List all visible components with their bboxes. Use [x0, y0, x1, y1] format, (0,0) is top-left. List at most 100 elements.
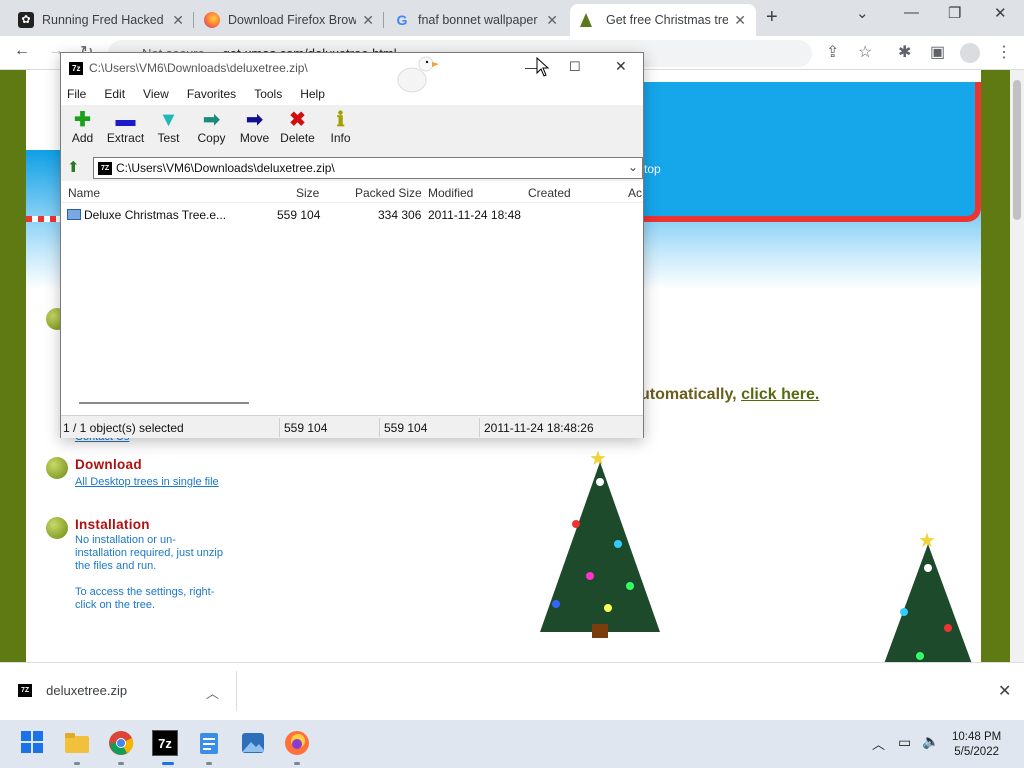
- ornament-icon: [46, 457, 68, 479]
- col-size[interactable]: Size: [296, 186, 319, 200]
- close-window-icon[interactable]: ✕: [994, 4, 1007, 22]
- delete-button[interactable]: ✖ Delete: [276, 105, 319, 155]
- folder-up-icon[interactable]: ⬆: [67, 158, 80, 176]
- 7zip-path-field[interactable]: 7Z C:\Users\VM6\Downloads\deluxetree.zip…: [93, 157, 643, 179]
- close-icon[interactable]: ✕: [998, 681, 1011, 701]
- menu-tools[interactable]: Tools: [254, 87, 282, 101]
- tab-search-icon[interactable]: ⌄: [856, 4, 869, 22]
- minimize-icon[interactable]: —: [904, 4, 919, 21]
- tab-fnaf[interactable]: G fnaf bonnet wallpaper ✕: [384, 4, 568, 36]
- move-icon: ➡: [246, 109, 263, 131]
- firefox-taskbar-icon[interactable]: [284, 730, 310, 756]
- col-accessed[interactable]: Ac: [628, 186, 642, 200]
- chrome-icon[interactable]: [108, 730, 134, 756]
- 7zip-file-icon: 7Z: [18, 684, 33, 697]
- archive-icon: 7Z: [98, 162, 113, 175]
- move-button[interactable]: ➡ Move: [233, 105, 276, 155]
- file-explorer-icon[interactable]: [64, 730, 90, 756]
- 7zip-address-row: ⬆ 7Z C:\Users\VM6\Downloads\deluxetree.z…: [61, 155, 643, 181]
- click-here-link[interactable]: click here.: [741, 386, 819, 403]
- add-icon: ✚: [74, 109, 91, 131]
- maximize-icon[interactable]: ☐: [569, 59, 581, 75]
- ornament-icon: [46, 517, 68, 539]
- close-tab-icon[interactable]: ✕: [734, 12, 746, 29]
- taskbar-clock[interactable]: 10:48 PM 5/5/2022: [952, 730, 1001, 760]
- tab-running-fred[interactable]: ✿ Running Fred Hacked ( ✕: [8, 4, 194, 36]
- profile-avatar-icon[interactable]: [960, 43, 980, 63]
- chevron-down-icon[interactable]: ⌄: [628, 160, 638, 174]
- taskbar: 7z ︿ ▭ 🔈 10:48 PM 5/5/2022: [0, 720, 1024, 768]
- menu-kebab-icon[interactable]: ⋮: [996, 42, 1012, 62]
- download-item[interactable]: 7Z deluxetree.zip: [18, 683, 127, 698]
- goose-icon: [392, 50, 440, 98]
- all-trees-link[interactable]: All Desktop trees in single file: [75, 476, 219, 488]
- extract-icon: ▬: [115, 109, 136, 131]
- 7zip-title: C:\Users\VM6\Downloads\deluxetree.zip\: [89, 61, 308, 75]
- fred-icon: ✿: [18, 12, 34, 28]
- installation-text: No installation or un-installation requi…: [75, 534, 223, 572]
- menu-help[interactable]: Help: [300, 87, 325, 101]
- settings-text: To access the settings, right-click on t…: [75, 586, 215, 611]
- 7zip-titlebar[interactable]: 7z C:\Users\VM6\Downloads\deluxetree.zip…: [61, 53, 643, 83]
- photos-icon[interactable]: [240, 730, 266, 756]
- 7zip-statusbar: 1 / 1 object(s) selected 559 104 559 104…: [61, 415, 643, 438]
- download-heading: Download: [75, 457, 142, 472]
- tab-download-firefox[interactable]: Download Firefox Brow ✕: [194, 4, 384, 36]
- 7zip-hscrollbar[interactable]: [79, 402, 249, 404]
- windows-start-icon[interactable]: [20, 730, 46, 756]
- col-name[interactable]: Name: [68, 186, 100, 200]
- info-button[interactable]: ℹ Info: [319, 105, 362, 155]
- delete-icon: ✖: [289, 109, 306, 131]
- close-tab-icon[interactable]: ✕: [546, 12, 558, 29]
- col-packed-size[interactable]: Packed Size: [355, 186, 422, 200]
- installation-section: Installation No installation or un-insta…: [46, 517, 246, 612]
- menu-favorites[interactable]: Favorites: [187, 87, 236, 101]
- chevron-up-icon[interactable]: ︿: [206, 683, 219, 702]
- test-icon: ▼: [158, 109, 179, 131]
- chevron-up-icon[interactable]: ︿: [872, 734, 885, 753]
- tab-strip: ✿ Running Fred Hacked ( ✕ Download Firef…: [0, 0, 1024, 36]
- 7zip-menubar: File Edit View Favorites Tools Help: [61, 83, 643, 105]
- test-button[interactable]: ▼ Test: [147, 105, 190, 155]
- download-shelf: 7Z deluxetree.zip ︿ ✕: [0, 662, 1024, 720]
- tab-christmas-tree[interactable]: Get free Christmas tree ✕: [570, 4, 756, 36]
- tree-icon: [580, 13, 592, 27]
- volume-icon[interactable]: 🔈: [922, 733, 939, 750]
- network-icon[interactable]: ▭: [898, 734, 911, 751]
- new-tab-button[interactable]: +: [766, 6, 778, 29]
- firefox-icon: [204, 12, 220, 28]
- 7zip-toolbar: ✚ Add ▬ Extract ▼ Test ➡ Copy ➡ Move ✖ D…: [61, 105, 643, 155]
- page-scrollbar-thumb[interactable]: [1013, 80, 1021, 220]
- side-panel-icon[interactable]: ▣: [930, 42, 945, 62]
- download-section: Download All Desktop trees in single fil…: [46, 457, 246, 489]
- table-row[interactable]: Deluxe Christmas Tree.e... 559 104 334 3…: [61, 205, 643, 223]
- tree-trunk: [592, 624, 608, 638]
- copy-button[interactable]: ➡ Copy: [190, 105, 233, 155]
- copy-icon: ➡: [203, 109, 220, 131]
- info-icon: ℹ: [336, 109, 345, 131]
- close-icon[interactable]: ✕: [615, 58, 627, 75]
- extract-button[interactable]: ▬ Extract: [104, 105, 147, 155]
- restore-icon[interactable]: ❐: [948, 4, 961, 22]
- banner-text: top: [644, 162, 661, 176]
- google-icon: G: [396, 12, 408, 28]
- extensions-icon[interactable]: ✱: [898, 42, 911, 62]
- add-button[interactable]: ✚ Add: [61, 105, 104, 155]
- redirect-text: utomatically, click here.: [640, 386, 820, 403]
- col-modified[interactable]: Modified: [428, 186, 473, 200]
- candy-cane-frame: [636, 82, 981, 222]
- share-icon[interactable]: ⇪: [826, 42, 839, 62]
- file-icon: [67, 209, 81, 220]
- menu-file[interactable]: File: [67, 87, 86, 101]
- close-tab-icon[interactable]: ✕: [362, 12, 374, 29]
- col-created[interactable]: Created: [528, 186, 571, 200]
- menu-view[interactable]: View: [143, 87, 169, 101]
- 7zip-taskbar-icon[interactable]: 7z: [152, 730, 178, 756]
- menu-edit[interactable]: Edit: [104, 87, 125, 101]
- 7zip-app-icon: 7z: [69, 62, 84, 75]
- installation-heading: Installation: [75, 517, 150, 532]
- close-tab-icon[interactable]: ✕: [172, 12, 184, 29]
- bookmark-star-icon[interactable]: ☆: [858, 42, 872, 62]
- notepad-icon[interactable]: [196, 730, 222, 756]
- back-icon[interactable]: ←: [14, 42, 30, 60]
